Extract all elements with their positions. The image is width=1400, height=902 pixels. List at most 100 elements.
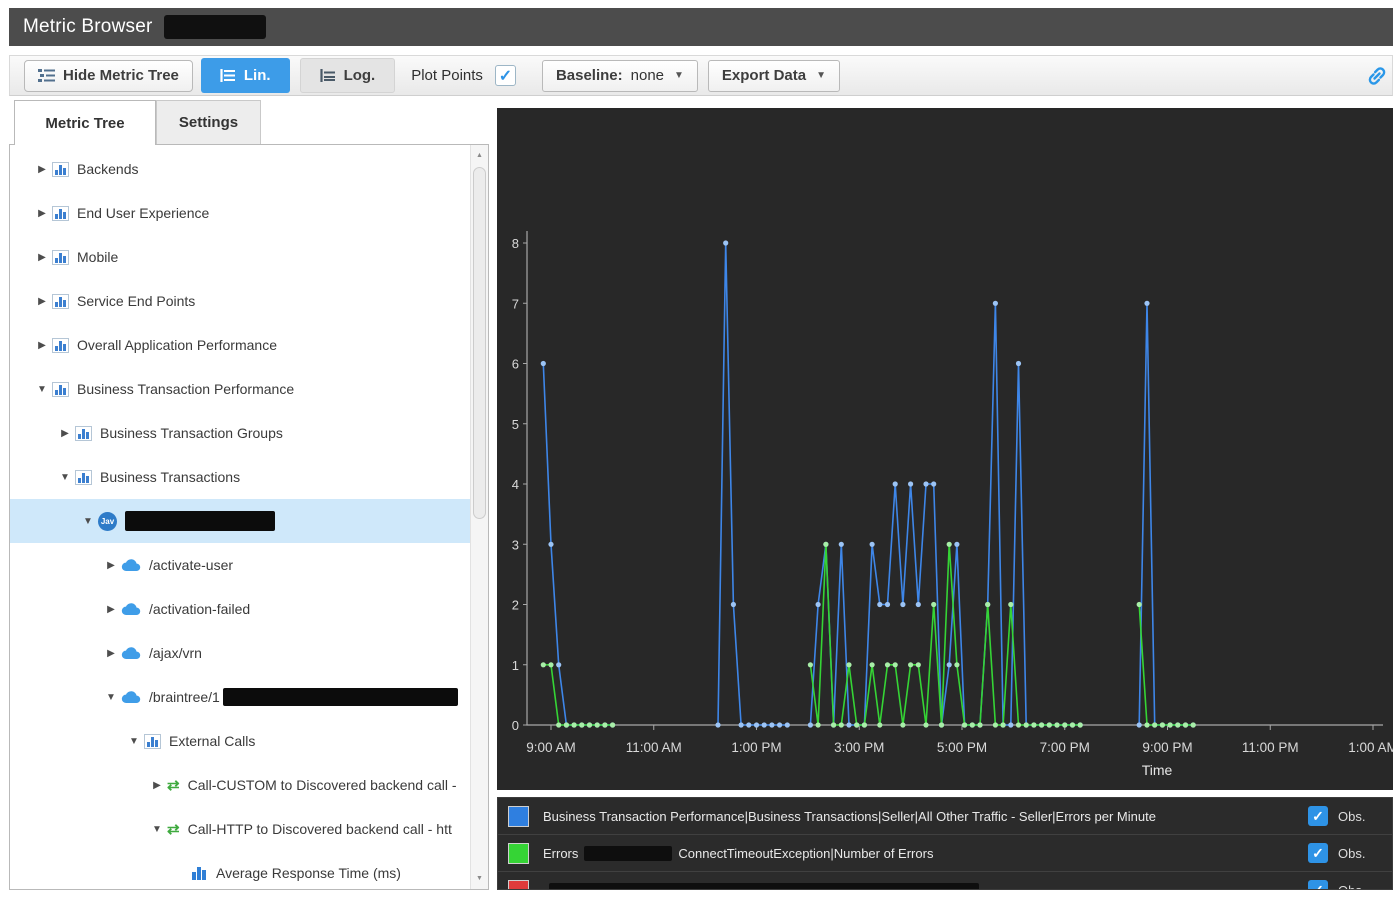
- expand-arrow-icon[interactable]: ▶: [147, 780, 167, 791]
- tree-item[interactable]: ▶ ⇄ Call-CUSTOM to Discovered backend call…: [10, 763, 470, 807]
- redacted-text: [584, 845, 673, 861]
- tree-item[interactable]: ▶ /activate-user: [10, 543, 470, 587]
- tree-item[interactable]: ▼ Jav: [10, 499, 470, 543]
- share-link-icon[interactable]: [1365, 64, 1389, 88]
- scrollbar-thumb[interactable]: [473, 167, 486, 519]
- observed-checkbox[interactable]: ✓: [1308, 843, 1328, 863]
- metric-chart[interactable]: 0 1 2 3 4 5 6 7 8 9:00 AM 11:00 AM 1:00 PM 3:00 PM 5:…: [497, 108, 1398, 790]
- tree-item[interactable]: ▼ ⇄ Call-HTTP to Discovered backend call -…: [10, 807, 470, 851]
- svg-text:3:00 PM: 3:00 PM: [834, 740, 884, 755]
- svg-text:4: 4: [512, 477, 519, 492]
- tree-item[interactable]: ▶ End User Experience: [10, 191, 470, 235]
- svg-text:7:00 PM: 7:00 PM: [1040, 740, 1090, 755]
- observed-checkbox[interactable]: ✓: [1308, 880, 1328, 889]
- tree-item[interactable]: ▼ Business Transactions: [10, 455, 470, 499]
- expand-arrow-icon[interactable]: ▶: [32, 208, 52, 219]
- bar-chart-icon: [52, 205, 69, 221]
- tree-item[interactable]: ▼ External Calls: [10, 719, 470, 763]
- axes: 0 1 2 3 4 5 6 7 8 9:00 AM 11:00 AM 1:00 PM 3:00 PM 5:…: [512, 231, 1398, 778]
- bar-chart-icon: [190, 865, 208, 881]
- log-scale-button[interactable]: Log.: [299, 58, 396, 93]
- tree-item[interactable]: ▶ Business Transaction Groups: [10, 411, 470, 455]
- tree-item[interactable]: ▶ /ajax/vrn: [10, 631, 470, 675]
- baseline-dropdown[interactable]: Baseline: none ▼: [541, 59, 698, 92]
- expand-arrow-icon[interactable]: ▶: [101, 604, 121, 615]
- plot-points-checkbox[interactable]: [494, 65, 516, 86]
- tree-item[interactable]: ▶ /activation-failed: [10, 587, 470, 631]
- observed-label: Obs.: [1338, 845, 1366, 861]
- tree-item[interactable]: ▼ /braintree/1: [10, 675, 470, 719]
- tree-item[interactable]: ▶ Service End Points: [10, 279, 470, 323]
- tab-settings[interactable]: Settings: [156, 100, 261, 144]
- export-data-button[interactable]: Export Data ▼: [707, 59, 841, 92]
- tree-item-label: Business Transactions: [100, 469, 241, 485]
- linear-scale-label: Lin.: [243, 67, 271, 84]
- scroll-down-button[interactable]: ▼: [471, 870, 488, 887]
- legend-label: [543, 882, 985, 889]
- tree-item[interactable]: ▶ Mobile: [10, 235, 470, 279]
- tree-item-label: Business Transaction Performance: [77, 381, 295, 397]
- tree-item-label: Overall Application Performance: [77, 337, 277, 353]
- collapse-arrow-icon[interactable]: ▼: [101, 692, 121, 703]
- external-call-icon: ⇄: [167, 776, 180, 794]
- tree-item-label: Call-HTTP to Discovered backend call - h…: [187, 821, 452, 837]
- expand-arrow-icon[interactable]: ▶: [101, 560, 121, 571]
- expand-arrow-icon[interactable]: ▶: [55, 428, 75, 439]
- tab-metric-tree-label: Metric Tree: [45, 114, 125, 132]
- tree-item-label: Mobile: [77, 249, 119, 265]
- redacted-title-text: [164, 15, 267, 39]
- tree-item[interactable]: ▶ Backends: [10, 147, 470, 191]
- chart-series-errors-per-minute: [540, 240, 1196, 728]
- x-axis-title: Time: [1142, 762, 1173, 778]
- baseline-value: none: [630, 67, 665, 84]
- redacted-text: [125, 511, 275, 531]
- expand-arrow-icon[interactable]: ▶: [101, 648, 121, 659]
- tree-item-label: Backends: [77, 161, 139, 177]
- observed-checkbox[interactable]: ✓: [1308, 806, 1328, 826]
- collapse-arrow-icon[interactable]: ▼: [32, 384, 52, 395]
- tab-metric-tree[interactable]: Metric Tree: [14, 100, 156, 145]
- svg-text:11:00 PM: 11:00 PM: [1242, 740, 1299, 755]
- tree-item-label: /braintree/1: [149, 689, 220, 705]
- scroll-up-button[interactable]: ▲: [471, 147, 488, 164]
- expand-arrow-icon[interactable]: ▶: [32, 296, 52, 307]
- bar-chart-icon: [52, 161, 69, 177]
- legend-label: Business Transaction Performance|Busines…: [543, 808, 1156, 824]
- tree-item[interactable]: ▶ Overall Application Performance: [10, 323, 470, 367]
- svg-text:0: 0: [512, 718, 519, 733]
- cloud-icon: [121, 602, 141, 616]
- expand-arrow-icon[interactable]: ▶: [32, 164, 52, 175]
- collapse-arrow-icon[interactable]: ▼: [147, 824, 167, 835]
- bar-chart-icon: [144, 733, 161, 749]
- legend-label: Errors ConnectTimeoutException|Number of …: [543, 845, 934, 861]
- tree-item[interactable]: Average Response Time (ms): [10, 851, 470, 889]
- hide-metric-tree-button[interactable]: Hide Metric Tree: [24, 59, 193, 92]
- bar-chart-icon: [52, 337, 69, 353]
- bar-chart-icon: [75, 469, 92, 485]
- svg-text:9:00 PM: 9:00 PM: [1142, 740, 1192, 755]
- linear-scale-button[interactable]: Lin.: [200, 58, 290, 93]
- collapse-arrow-icon[interactable]: ▼: [78, 516, 98, 527]
- expand-arrow-icon[interactable]: ▶: [32, 340, 52, 351]
- bar-chart-icon: [52, 249, 69, 265]
- tree-item-label: Business Transaction Groups: [100, 425, 283, 441]
- expand-arrow-icon[interactable]: ▶: [32, 252, 52, 263]
- svg-text:5:00 PM: 5:00 PM: [937, 740, 987, 755]
- title-bar: Metric Browser: [9, 8, 1393, 46]
- hide-metric-tree-label: Hide Metric Tree: [63, 67, 179, 84]
- tree-item-label: External Calls: [169, 733, 256, 749]
- svg-text:8: 8: [512, 236, 519, 251]
- tree-item-label: /activate-user: [149, 557, 234, 573]
- tree-item[interactable]: ▼ Business Transaction Performance: [10, 367, 470, 411]
- collapse-arrow-icon[interactable]: ▼: [55, 472, 75, 483]
- bar-chart-icon: [52, 381, 69, 397]
- svg-text:9:00 AM: 9:00 AM: [526, 740, 576, 755]
- legend-row: ✓ Obs.: [498, 872, 1392, 889]
- legend-row: Business Transaction Performance|Busines…: [498, 798, 1392, 835]
- legend-row: Errors ConnectTimeoutException|Number of …: [498, 835, 1392, 872]
- tree-scrollbar[interactable]: ▲ ▼: [470, 145, 488, 889]
- svg-text:1: 1: [512, 658, 519, 673]
- bar-chart-icon: [52, 293, 69, 309]
- collapse-arrow-icon[interactable]: ▼: [124, 736, 144, 747]
- tab-settings-label: Settings: [178, 114, 239, 131]
